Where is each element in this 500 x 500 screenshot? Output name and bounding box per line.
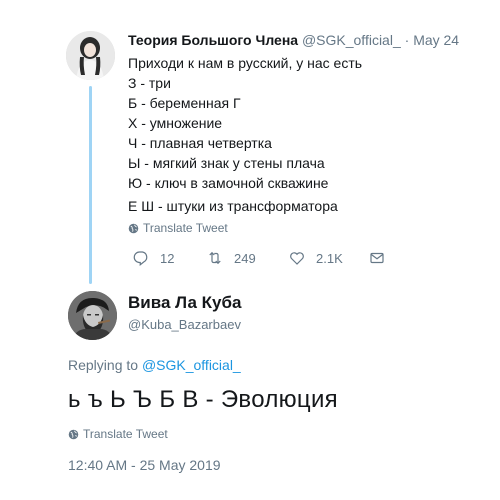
main-display-name[interactable]: Вива Ла Куба [128, 293, 241, 313]
globe-icon [68, 429, 79, 439]
main-avatar[interactable] [68, 291, 117, 340]
parent-display-name[interactable]: Теория Большого Члена [128, 32, 298, 48]
replying-mention-link[interactable]: @SGK_official_ [142, 357, 241, 373]
parent-handle[interactable]: @SGK_official_ [302, 32, 401, 48]
message-icon [370, 252, 384, 264]
direct-message-button[interactable] [368, 249, 386, 267]
parent-tweet-text: Приходи к нам в русский, у нас есть З - … [128, 53, 362, 216]
tweet-line: Ч - плавная четвертка [128, 135, 272, 151]
tweet-line: Ы - мягкий знак у стены плача [128, 155, 325, 171]
avatar-image [66, 31, 115, 80]
parent-avatar[interactable] [66, 31, 115, 80]
reply-icon [133, 251, 148, 266]
main-tweet[interactable]: Вива Ла Куба @Kuba_Bazarbaev Replying to… [0, 285, 500, 500]
translate-label: Translate Tweet [83, 427, 168, 441]
replying-prefix: Replying to [68, 357, 139, 373]
main-translate-link[interactable]: Translate Tweet [68, 427, 168, 441]
thread-connector-line [89, 86, 92, 284]
parent-tweet-header: Теория Большого Члена @SGK_official_ · M… [128, 32, 459, 48]
retweet-count: 249 [234, 250, 256, 266]
retweet-button[interactable]: 249 [206, 249, 256, 267]
reply-button[interactable]: 12 [132, 249, 174, 267]
tweet-line: Е Ш - штуки из трансформатора [128, 198, 338, 214]
replying-to-line: Replying to @SGK_official_ [68, 357, 241, 373]
main-timestamp[interactable]: 12:40 AM - 25 May 2019 [68, 457, 221, 473]
main-handle[interactable]: @Kuba_Bazarbaev [128, 317, 241, 332]
globe-icon [128, 223, 139, 233]
reply-count: 12 [160, 250, 175, 266]
tweet-line: Приходи к нам в русский, у нас есть [128, 55, 363, 71]
parent-translate-link[interactable]: Translate Tweet [128, 221, 228, 235]
tweet-line: З - три [128, 75, 171, 91]
tweet-actions-bar: 12 249 2.1K [128, 249, 398, 271]
retweet-icon [209, 251, 221, 265]
parent-date[interactable]: May 24 [413, 32, 459, 48]
main-tweet-text: ь ъ Ь Ъ Б В - Эволюция [68, 386, 338, 413]
translate-label: Translate Tweet [143, 221, 228, 235]
header-separator: · [404, 32, 410, 48]
tweet-line: Х - умножение [128, 115, 223, 131]
tweet-line: Ю - ключ в замочной скважине [128, 175, 329, 191]
parent-tweet[interactable]: Теория Большого Члена @SGK_official_ · M… [0, 0, 500, 285]
like-count: 2.1K [316, 250, 343, 266]
tweet-line: Б - беременная Г [128, 95, 241, 111]
like-button[interactable]: 2.1K [288, 249, 343, 267]
like-icon [290, 252, 304, 265]
avatar-image [68, 291, 117, 340]
